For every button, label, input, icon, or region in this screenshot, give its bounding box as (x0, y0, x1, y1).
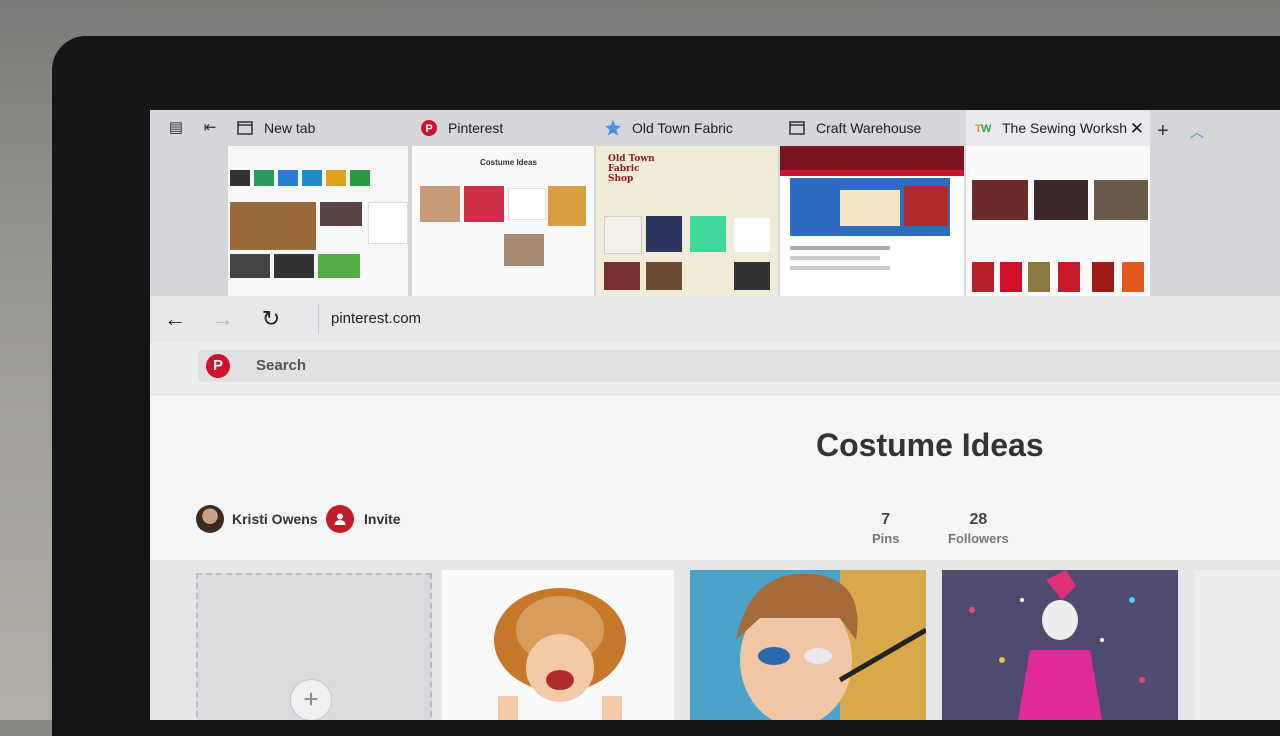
tab-label: Craft Warehouse (816, 120, 922, 136)
pinterest-logo-icon[interactable]: P (206, 354, 230, 378)
browser-window: ▤ ⇤ New tab P Pinterest Costume Ideas Ol… (150, 110, 1280, 720)
avatar (196, 505, 224, 533)
search-input[interactable]: P Search (198, 350, 1280, 382)
board-owner[interactable]: Kristi Owens (196, 505, 318, 533)
pins-stat[interactable]: 7 Pins (872, 511, 899, 546)
plus-icon[interactable]: + (290, 679, 332, 720)
pins-label: Pins (872, 531, 900, 546)
tab-old-town-fabric[interactable]: Old Town Fabric Old Town Fabric Shop (596, 110, 778, 296)
tab-preview: Old Town Fabric Shop (596, 146, 778, 296)
tab-label: The Sewing Worksh (1002, 120, 1128, 136)
forward-arrow-icon[interactable]: → (208, 304, 238, 334)
followers-label: Followers (948, 531, 1009, 546)
pin-image (942, 570, 1178, 720)
address-bar[interactable]: pinterest.com (318, 304, 421, 334)
page-icon (788, 119, 806, 137)
pin-image (494, 588, 626, 720)
pinterest-icon: P (420, 119, 438, 137)
navigation-bar: ← → ↻ pinterest.com (150, 296, 1280, 343)
tab-pinterest[interactable]: P Pinterest Costume Ideas (412, 110, 594, 296)
pin-card[interactable] (442, 570, 674, 720)
close-tab-icon[interactable]: ✕ (1130, 119, 1144, 139)
svg-text:W: W (981, 123, 992, 135)
pin-image (690, 570, 926, 720)
tab-preview (966, 146, 1150, 296)
preview-heading: Costume Ideas (480, 158, 537, 167)
tab-new-tab[interactable]: New tab (228, 110, 408, 296)
tab-label: Old Town Fabric (632, 120, 733, 136)
tab-label: New tab (264, 120, 316, 136)
followers-stat[interactable]: 28 Followers (948, 511, 1009, 546)
tab-sewing-workshop[interactable]: TW The Sewing Worksh ✕ (966, 110, 1150, 296)
tab-preview (228, 146, 408, 296)
tabs-aside-icon[interactable]: ▤ (166, 118, 186, 136)
tab-bar: ▤ ⇤ New tab P Pinterest Costume Ideas Ol… (150, 110, 1280, 296)
tab-preview: Costume Ideas (412, 146, 594, 296)
add-pin-card[interactable]: + (196, 573, 432, 720)
pinterest-header: P Search (150, 342, 1280, 395)
restore-tabs-icon[interactable]: ⇤ (200, 118, 220, 136)
pin-card[interactable] (1194, 570, 1280, 720)
refresh-icon[interactable]: ↻ (256, 304, 286, 334)
chevron-up-icon[interactable]: ︿ (1190, 122, 1204, 142)
star-icon (604, 119, 622, 137)
pin-card[interactable] (690, 570, 926, 720)
search-placeholder: Search (256, 357, 307, 374)
preview-heading: Old Town Fabric Shop (608, 154, 655, 184)
back-arrow-icon[interactable]: ← (160, 304, 190, 334)
invite-label: Invite (364, 511, 401, 527)
tab-craft-warehouse[interactable]: Craft Warehouse (780, 110, 964, 296)
board-title: Costume Ideas (816, 427, 1044, 463)
followers-count: 28 (969, 511, 988, 528)
tab-label: Pinterest (448, 120, 504, 136)
tab-preview (780, 146, 964, 296)
owner-name: Kristi Owens (232, 511, 318, 527)
svg-text:P: P (425, 123, 432, 135)
board-page: Costume Ideas Kristi Owens Invite 7 Pins… (150, 395, 1280, 720)
new-tab-button[interactable]: + (1157, 120, 1169, 143)
new-tab-icon (236, 119, 254, 137)
invite-button[interactable]: Invite (326, 505, 401, 533)
add-person-icon (326, 505, 354, 533)
pin-card[interactable] (942, 570, 1178, 720)
sewing-icon: TW (974, 119, 992, 137)
pins-count: 7 (881, 511, 891, 528)
